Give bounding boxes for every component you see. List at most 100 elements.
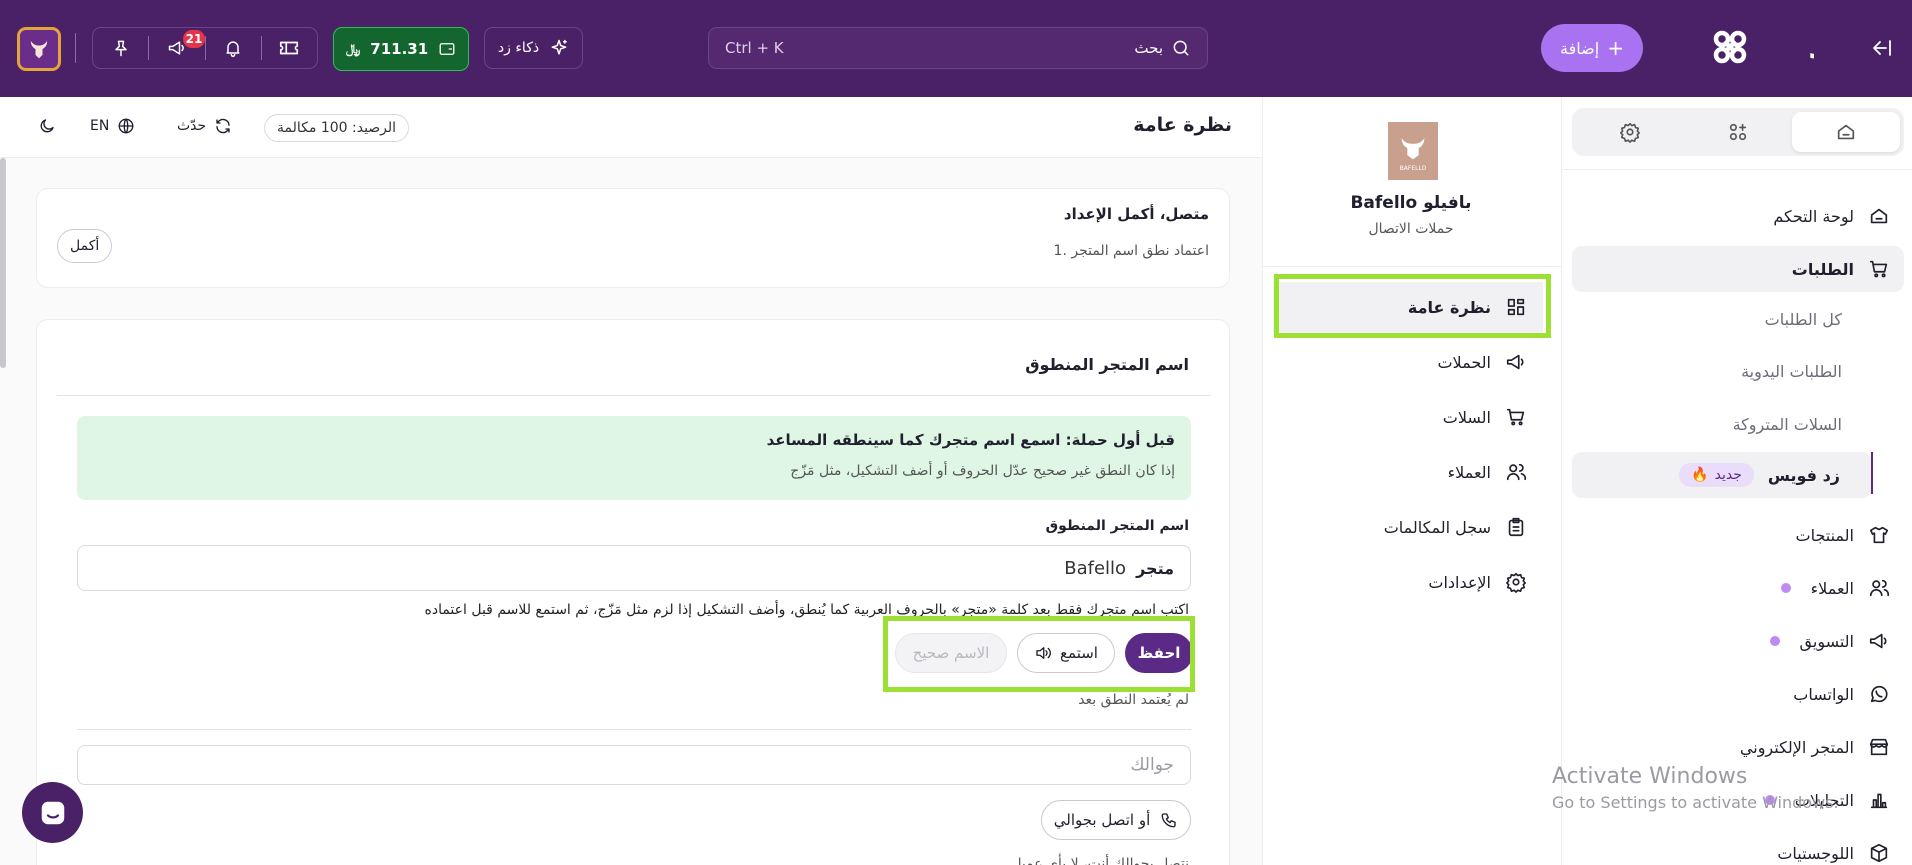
campaign-menu-settings[interactable]: الإعدادات [1273, 557, 1543, 607]
phone-input[interactable]: جوالك [77, 745, 1191, 785]
sidebar-item-customers[interactable]: العملاء [1572, 565, 1904, 611]
clipboard-icon [1508, 517, 1524, 537]
sidebar-sub-abandoned-carts[interactable]: السلات المتروكة [1733, 415, 1842, 434]
moon-icon [40, 119, 54, 133]
add-label: إضافة [1560, 38, 1600, 58]
tab-home[interactable] [1792, 112, 1900, 152]
input-prefix: متجر [1136, 558, 1174, 578]
pin-button[interactable] [93, 27, 148, 69]
notifications-button[interactable] [206, 27, 261, 69]
chat-launcher[interactable] [22, 782, 83, 843]
main-sidebar: لوحة التحكم الطلبات كل الطلبات الطلبات ا… [1561, 97, 1912, 865]
sidebar-sub-all-orders[interactable]: كل الطلبات [1765, 310, 1842, 329]
sidebar-sub-manual-orders[interactable]: الطلبات اليدوية [1741, 362, 1842, 381]
status-text: لم يُعتمد النطق بعد [1078, 692, 1189, 708]
sidebar-item-marketing[interactable]: التسويق [1572, 618, 1904, 664]
sidebar-item-label: اللوجستيات [1777, 843, 1854, 863]
megaphone-icon [1506, 354, 1524, 370]
language-switch[interactable]: EN [90, 117, 135, 135]
dark-mode-toggle[interactable] [38, 117, 56, 135]
phone-placeholder: جوالك [1130, 755, 1174, 775]
refresh-label: حدّث [177, 118, 207, 134]
sidebar-item-label: الطلبات [1791, 259, 1854, 279]
top-bar: زد + إضافة بحث Ctrl + K ذكاء زد 711.31 ﷼ [0, 0, 1912, 97]
sidebar-item-label: التسويق [1799, 631, 1854, 651]
watermark-subtitle: Go to Settings to activate Windows. [1552, 793, 1839, 812]
home-icon [1870, 208, 1888, 224]
sidebar-item-logistics[interactable]: اللوجستيات [1572, 830, 1904, 865]
setup-step: 1. اعتماد نطق اسم المتجر [1053, 243, 1209, 259]
phone-icon [1161, 813, 1176, 828]
search-icon [1173, 40, 1189, 56]
sparkles-icon [551, 39, 567, 55]
refresh-button[interactable]: حدّث [177, 117, 232, 135]
store-subtitle: حملات الاتصال [1368, 221, 1454, 237]
action-buttons: احفظ استمع الاسم صحيح [883, 616, 1195, 692]
watermark-title: Activate Windows [1552, 764, 1748, 789]
ai-button[interactable]: ذكاء زد [484, 27, 583, 69]
main-header: نظرة عامة الرصيد: 100 مكالمة حدّث EN [0, 97, 1262, 158]
coupon-button[interactable] [262, 27, 317, 69]
zid-logo[interactable]: زد [1708, 24, 1814, 70]
sidebar-item-dashboard[interactable]: لوحة التحكم [1572, 193, 1904, 239]
quick-actions: 21 [92, 27, 318, 69]
notification-badge: 21 [183, 30, 205, 48]
store-logo: BAFELLO [1388, 122, 1438, 180]
sidebar-tabs [1572, 108, 1904, 156]
refresh-icon [216, 118, 230, 134]
fire-icon: 🔥 [1691, 467, 1709, 483]
balance-badge: الرصيد: 100 مكالمة [264, 114, 410, 142]
setup-card: متصل، أكمل الإعداد 1. اعتماد نطق اسم الم… [36, 188, 1230, 288]
setup-title: متصل، أكمل الإعداد [1063, 205, 1209, 223]
store-avatar[interactable] [17, 27, 61, 71]
collapse-sidebar-icon[interactable] [1870, 36, 1894, 60]
whatsapp-icon [1870, 685, 1888, 703]
scrollbar[interactable] [0, 158, 6, 368]
ai-label: ذكاء زد [497, 40, 540, 56]
gear-icon [1620, 122, 1640, 143]
field-label: اسم المتجر المنطوق [1045, 518, 1189, 534]
campaign-menu-campaigns[interactable]: الحملات [1273, 337, 1543, 387]
chart-icon [1870, 793, 1888, 809]
sidebar-item-label: لوحة التحكم [1773, 206, 1854, 226]
tab-apps[interactable] [1684, 112, 1792, 152]
campaign-menu-customers[interactable]: العملاء [1273, 447, 1543, 497]
info-alert: قبل أول حملة: اسمع اسم متجرك كما سينطقه … [77, 416, 1191, 500]
store-logo-text: BAFELLO [1399, 164, 1427, 172]
add-button[interactable]: + إضافة [1541, 24, 1643, 72]
bull-logo-icon [1401, 137, 1425, 159]
sidebar-sub-zid-voice[interactable]: زد فويس جديد 🔥 [1572, 452, 1872, 498]
sidebar-item-label: زد فويس [1767, 465, 1840, 485]
windows-watermark: Activate Windows Go to Settings to activ… [1552, 764, 1839, 812]
sidebar-item-products[interactable]: المنتجات [1572, 512, 1904, 558]
language-label: EN [90, 118, 110, 134]
search-label: بحث [1134, 39, 1163, 57]
complete-button[interactable]: أكمل [57, 229, 113, 263]
search-input[interactable]: بحث Ctrl + K [708, 27, 1208, 69]
users-icon [1869, 579, 1890, 597]
plus-icon: + [1607, 36, 1624, 60]
alert-title: قبل أول حملة: اسمع اسم متجرك كما سينطقه … [766, 431, 1175, 449]
store-name-input[interactable]: متجر Bafello [77, 545, 1191, 591]
highlight-actions [883, 616, 1195, 692]
sidebar-item-label: الواتساب [1793, 684, 1854, 704]
wallet-amount: 711.31 [370, 40, 429, 58]
call-me-button[interactable]: أو اتصل بجوالي [1041, 800, 1191, 840]
tab-settings[interactable] [1576, 112, 1684, 152]
apps-icon [1729, 123, 1747, 141]
campaign-menu-call-log[interactable]: سجل المكالمات [1273, 502, 1543, 552]
indicator-dot [1780, 583, 1791, 593]
sidebar-item-whatsapp[interactable]: الواتساب [1572, 671, 1904, 717]
megaphone-icon [1869, 633, 1887, 649]
campaign-menu-label: سجل المكالمات [1383, 517, 1491, 537]
wallet-button[interactable]: 711.31 ﷼ [333, 27, 469, 71]
search-shortcut: Ctrl + K [725, 39, 784, 57]
box-icon [1870, 843, 1888, 863]
riyal-icon: ﷼ [345, 41, 361, 57]
call-me-label: أو اتصل بجوالي [1053, 811, 1151, 829]
sidebar-item-orders[interactable]: الطلبات [1572, 246, 1904, 292]
bull-logo-icon [30, 40, 48, 59]
call-note: نتصل بجوالك أنت، لا بأي عميل [1011, 856, 1189, 865]
bell-icon [226, 41, 240, 58]
campaign-menu-carts[interactable]: السلات [1273, 392, 1543, 442]
